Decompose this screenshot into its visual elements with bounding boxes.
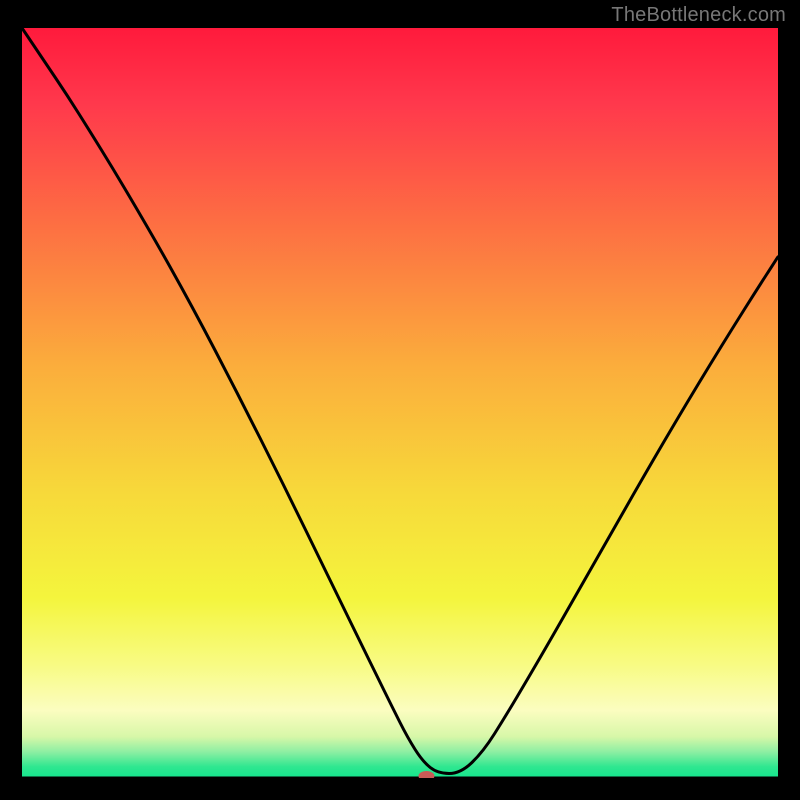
watermark-text: TheBottleneck.com	[611, 4, 786, 27]
bottleneck-chart	[22, 28, 778, 778]
chart-frame: TheBottleneck.com	[0, 0, 800, 800]
gradient-background	[22, 28, 778, 778]
